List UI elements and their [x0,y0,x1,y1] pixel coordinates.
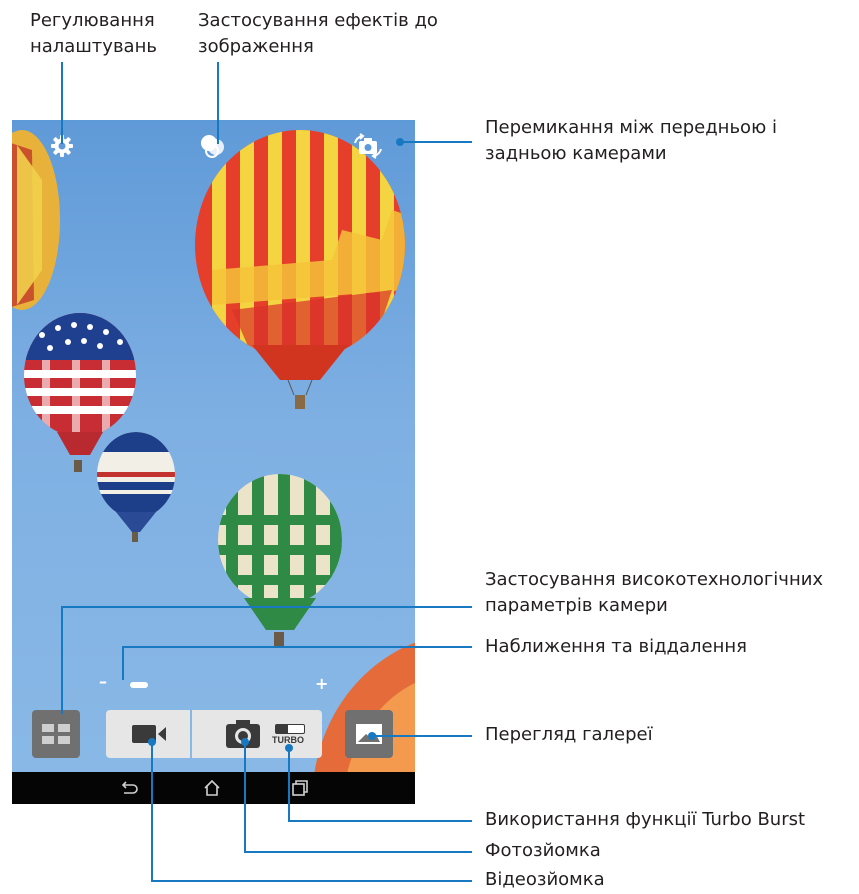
callout-advanced: Застосування високотехнологічних парамет… [485,569,824,616]
callout-dot-video [148,738,156,746]
balloon-scene [12,130,415,804]
effects-button[interactable] [198,132,228,160]
callout-zoom: Наближення та віддалення [485,636,747,657]
turbo-switch-track [275,724,305,734]
balloon-blue-basket [132,532,138,542]
zoom-slider[interactable] [115,682,315,688]
callout-dot-gallery [368,732,376,740]
callout-dot-turbo [285,744,293,752]
nav-back-button[interactable] [116,776,140,800]
callout-photo: Фотозйомка [485,840,601,861]
callout-video: Відеозйомка [485,869,605,890]
turbo-burst-toggle[interactable]: TURBO [272,724,310,746]
nav-recents-button[interactable] [288,776,312,800]
zoom-slider-thumb[interactable] [129,682,148,688]
grid-icon [42,724,70,744]
android-nav-bar [12,772,415,804]
camera-viewfinder[interactable]: – + TURBO [12,120,415,804]
callout-line-advanced-h1 [61,606,472,608]
callout-dot-photo [241,738,249,746]
callout-settings: Регулювання налаштувань [30,10,157,57]
camera-switch-icon [354,133,382,159]
zoom-out-sign: – [99,672,107,691]
callout-line-advanced-v [61,606,63,714]
video-camera-icon [132,725,166,743]
recent-apps-icon [292,780,308,796]
advanced-settings-button[interactable] [32,710,80,758]
callout-line-turbo-v [288,748,290,821]
callout-line-photo-h [244,851,472,853]
callout-line-zoom-h [122,646,472,648]
callout-effects: Застосування ефектів до зображення [198,10,438,57]
callout-turbo-burst: Використання функції Turbo Burst [485,809,806,830]
callout-line-photo-v [244,742,246,852]
balloon-flag-basket [74,460,82,472]
overlapping-circles-icon [201,135,224,158]
home-icon [204,779,220,796]
callout-line-zoom-v [122,646,124,680]
callout-line-switch [400,141,472,143]
switch-camera-button[interactable] [352,133,384,159]
callout-gallery: Перегляд галереї [485,724,653,745]
nav-home-button[interactable] [200,776,224,800]
callout-line-gallery [372,735,472,737]
callout-dot-switch [396,138,404,146]
balloon-green-basket [274,632,284,646]
balloon-red-skirt [252,345,348,380]
balloon-red-basket [295,395,305,409]
balloon-red-yellow [195,130,405,360]
back-arrow-icon [121,781,138,794]
callout-line-turbo-h [288,820,472,822]
balloon-blue-white [97,432,175,518]
callout-line-settings [61,62,63,144]
zoom-in-sign: + [315,674,329,693]
video-record-button[interactable] [106,710,190,758]
balloon-flag [24,313,136,437]
callout-line-video-v [151,742,153,881]
balloon-green-white [218,474,342,606]
photo-shutter-button[interactable]: TURBO [192,710,322,758]
callout-line-effects [217,62,219,144]
callout-switch-camera: Перемикання між передньою і задньою каме… [485,117,777,164]
callout-line-video-h [151,880,472,882]
